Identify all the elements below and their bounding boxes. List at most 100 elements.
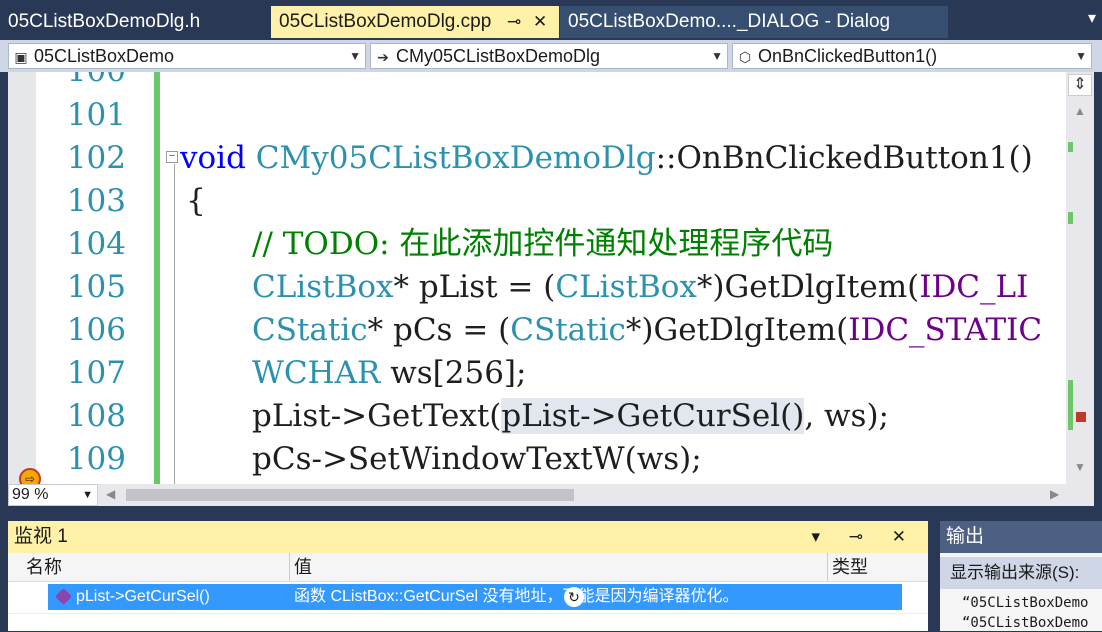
code-text: *)GetDlgItem( (625, 312, 849, 348)
class-name: CMy05CListBoxDemoDlg (255, 140, 656, 176)
tab-label: 05CListBoxDemo...._DIALOG - Dialog (568, 11, 891, 32)
code-text: *)GetDlgItem( (696, 269, 920, 305)
class-dropdown[interactable]: ➔ CMy05CListBoxDemoDlg ▼ (370, 43, 728, 69)
refresh-icon[interactable]: ↻ (564, 587, 584, 607)
scroll-left-icon[interactable]: ◀ (106, 487, 115, 501)
tab-05clistboxdemodlg-cpp[interactable]: 05CListBoxDemoDlg.cpp ⊸ ✕ (271, 6, 559, 38)
scroll-up-icon[interactable]: ▲ (1066, 104, 1094, 118)
code-line-103: { (186, 183, 206, 219)
scroll-right-icon[interactable]: ▶ (1050, 487, 1059, 501)
line-number: 100 (67, 72, 126, 93)
code-text: * pCs = ( (367, 312, 511, 348)
change-marker (1068, 212, 1073, 224)
editor-status-strip: 99 % ▼ ◀ ▶ (8, 484, 1066, 506)
code-line-102: void CMy05CListBoxDemoDlg::OnBnClickedBu… (180, 137, 1033, 180)
tab-05clistboxdemodlg-h[interactable]: 05CListBoxDemoDlg.h (0, 6, 268, 38)
column-header-type[interactable]: 类型 (828, 553, 908, 581)
type-name: WCHAR (252, 355, 381, 391)
tab-dialog-resource[interactable]: 05CListBoxDemo...._DIALOG - Dialog (560, 6, 948, 38)
line-number: 103 (66, 183, 126, 219)
watch-name-cell[interactable]: pList->GetCurSel() (48, 584, 289, 610)
breakpoint-marker (1076, 412, 1086, 422)
line-number: 106 (66, 312, 126, 348)
change-marker (1068, 142, 1073, 152)
member-label: OnBnClickedButton1() (758, 46, 938, 66)
watch-panel-title: 监视 1 ▾ ⊸ ✕ (8, 521, 928, 553)
code-line-106: CStatic* pCs = (CStatic*)GetDlgItem(IDC_… (252, 309, 1042, 352)
tab-label: 05CListBoxDemoDlg.h (8, 11, 201, 32)
line-number: 102 (66, 140, 126, 176)
zoom-level: 99 % (12, 486, 49, 503)
member-dropdown[interactable]: ⬡ OnBnClickedButton1() ▼ (732, 43, 1092, 69)
code-line-109: pCs->SetWindowTextW(ws); (252, 441, 702, 477)
code-line-108: pList->GetText(pList->GetCurSel(), ws); (252, 395, 889, 438)
panel-window-buttons[interactable]: ▾ ⊸ ✕ (812, 521, 918, 553)
watch-row[interactable]: pList->GetCurSel() 函数 CListBox::GetCurSe… (48, 584, 902, 610)
code-line-107: WCHAR ws[256]; (252, 352, 526, 395)
macro-name: IDC_LI (919, 269, 1029, 305)
tab-overflow-icon[interactable]: ▾ (1088, 8, 1096, 28)
project-label: 05CListBoxDemo (34, 46, 175, 66)
class-label: CMy05CListBoxDemoDlg (396, 46, 601, 66)
watch-value-cell[interactable]: 函数 CListBox::GetCurSel 没有地址，可能是因为编译器优化。 (292, 584, 828, 610)
chevron-down-icon: ▼ (349, 49, 361, 63)
code-text: * pList = ( (393, 269, 556, 305)
chevron-down-icon: ▼ (1075, 49, 1087, 63)
code-line-104-comment: // TODO: 在此添加控件通知处理程序代码 (252, 226, 834, 262)
line-number: 105 (66, 269, 126, 305)
output-line: “05CListBoxDemo (962, 595, 1089, 611)
code-text: ws[256]; (380, 355, 527, 391)
change-marker (1068, 380, 1073, 430)
output-source-toolbar: 显示输出来源(S): (940, 557, 1102, 589)
output-line: “05CListBoxDemo (962, 615, 1089, 631)
type-name: CListBox (252, 269, 394, 305)
code-line-105: CListBox* pList = (CListBox*)GetDlgItem(… (252, 266, 1028, 309)
split-editor-icon[interactable]: ⇕ (1068, 74, 1092, 96)
tab-label: 05CListBoxDemoDlg.cpp (279, 11, 492, 32)
collapse-toggle-icon[interactable]: − (166, 151, 178, 163)
chevron-down-icon: ▼ (711, 49, 723, 63)
watch-header: 名称 值 类型 (8, 553, 928, 582)
highlighted-expression[interactable]: pList->GetCurSel() (501, 398, 805, 434)
scrollbar-corner (1066, 484, 1094, 506)
type-name: CStatic (510, 312, 626, 348)
line-number: 101 (66, 97, 126, 133)
indent-guide (174, 164, 175, 484)
zoom-dropdown[interactable]: 99 % ▼ (8, 484, 98, 506)
chevron-down-icon: ▼ (82, 489, 93, 501)
type-name: CStatic (252, 312, 368, 348)
arrow-right-icon: ➔ (377, 49, 389, 65)
method-cube-icon: ⬡ (738, 49, 752, 65)
scroll-down-icon[interactable]: ▼ (1066, 460, 1094, 474)
watch-panel: 监视 1 ▾ ⊸ ✕ 名称 值 类型 pList->GetCurSel() 函数… (8, 521, 928, 631)
keyword: void (180, 140, 246, 176)
output-source-label: 显示输出来源(S): (950, 563, 1080, 582)
watch-empty-row[interactable] (8, 613, 928, 632)
code-text: , ws); (804, 398, 890, 434)
code-text: pList->GetText( (252, 398, 502, 434)
output-panel-title: 输出 (940, 521, 1102, 553)
column-header-value[interactable]: 值 (290, 553, 828, 581)
output-panel: 输出 显示输出来源(S): “05CListBoxDemo “05CListBo… (940, 521, 1102, 631)
vertical-scrollbar[interactable]: ⇕ ▲ ▼ (1066, 72, 1094, 484)
line-number-gutter: 100 101 102 103 104 105 106 107 108 109 (36, 72, 154, 484)
panel-title: 监视 1 (14, 526, 68, 547)
macro-name: IDC_STATIC (848, 312, 1043, 348)
line-number: 109 (66, 441, 126, 477)
horizontal-scroll-thumb[interactable] (126, 489, 574, 501)
pin-icon[interactable]: ⊸ (507, 6, 521, 38)
change-tracking-bar (154, 72, 160, 484)
line-number: 104 (66, 226, 126, 262)
type-name: CListBox (555, 269, 697, 305)
navigation-bar: ▣ 05CListBoxDemo ▼ ➔ CMy05CListBoxDemoDlg … (0, 40, 1102, 72)
line-number: 107 (66, 355, 126, 391)
document-tab-bar: 05CListBoxDemoDlg.h 05CListBoxDemoDlg.cp… (0, 0, 1102, 40)
project-icon: ▣ (14, 49, 28, 65)
column-header-name[interactable]: 名称 (22, 553, 290, 581)
code-text: ::OnBnClickedButton1() (655, 140, 1033, 176)
code-editor[interactable]: ⇨ 100 101 102 103 104 105 106 107 108 10… (8, 72, 1066, 484)
line-number: 108 (66, 398, 126, 434)
close-icon[interactable]: ✕ (533, 6, 547, 38)
project-dropdown[interactable]: ▣ 05CListBoxDemo ▼ (8, 43, 366, 69)
breakpoint-margin[interactable] (8, 72, 36, 484)
